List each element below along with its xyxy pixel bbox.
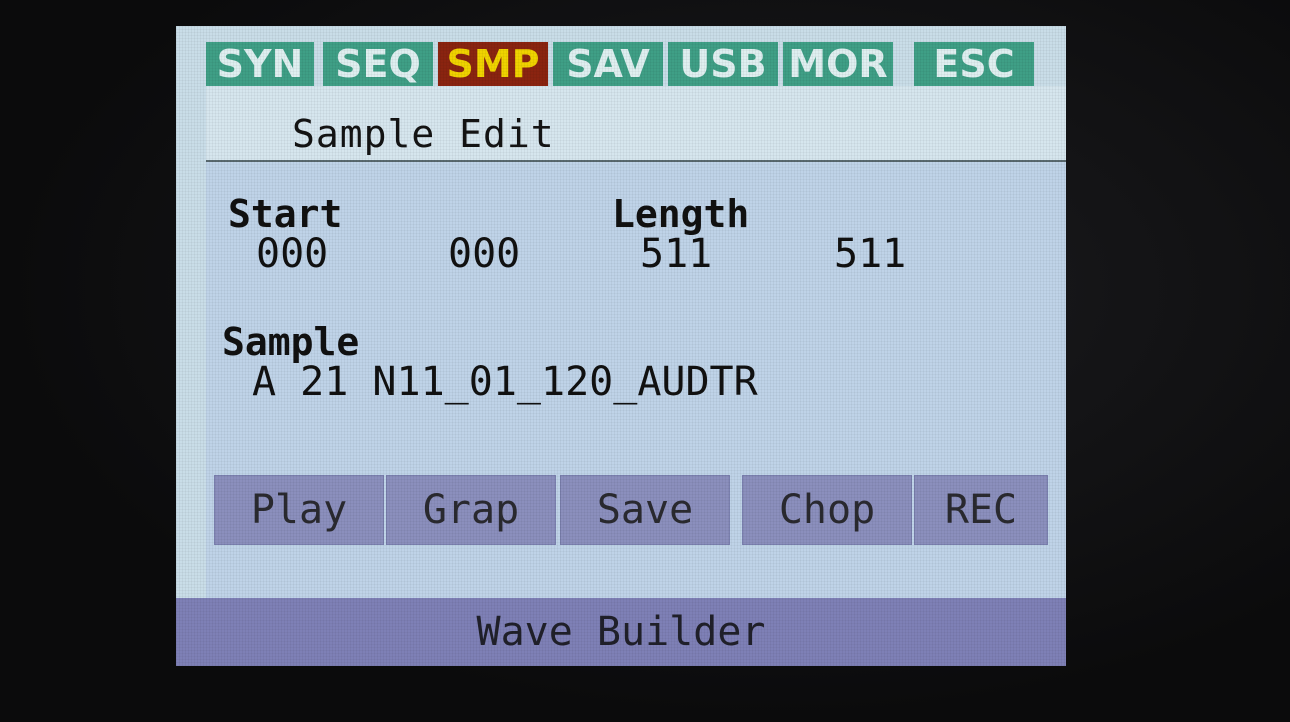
tab-smp[interactable]: SMP: [438, 42, 548, 86]
play-button[interactable]: Play: [214, 475, 384, 545]
rec-button[interactable]: REC: [914, 475, 1048, 545]
sample-label: Sample: [222, 320, 360, 364]
page-title: Sample Edit: [292, 112, 555, 156]
sample-value[interactable]: A 21 N11_01_120_AUDTR: [252, 362, 758, 402]
title-divider: [206, 160, 1066, 162]
chop-button[interactable]: Chop: [742, 475, 912, 545]
graph-button[interactable]: Grap: [386, 475, 556, 545]
tab-mor[interactable]: MOR: [783, 42, 893, 86]
lcd-screen: SYN SEQ SMP SAV USB MOR ESC Sample Edit …: [176, 26, 1066, 666]
length-value-2[interactable]: 511: [834, 234, 906, 274]
tab-sav[interactable]: SAV: [553, 42, 663, 86]
start-label: Start: [228, 192, 343, 236]
tab-seq[interactable]: SEQ: [323, 42, 433, 86]
tab-usb[interactable]: USB: [668, 42, 778, 86]
length-value-1[interactable]: 511: [640, 234, 712, 274]
tab-esc[interactable]: ESC: [914, 42, 1034, 86]
start-value-2[interactable]: 000: [448, 234, 520, 274]
wave-builder-bar[interactable]: Wave Builder: [176, 598, 1066, 666]
save-button[interactable]: Save: [560, 475, 730, 545]
tab-syn[interactable]: SYN: [206, 42, 314, 86]
start-value-1[interactable]: 000: [256, 234, 328, 274]
length-label: Length: [612, 192, 750, 236]
